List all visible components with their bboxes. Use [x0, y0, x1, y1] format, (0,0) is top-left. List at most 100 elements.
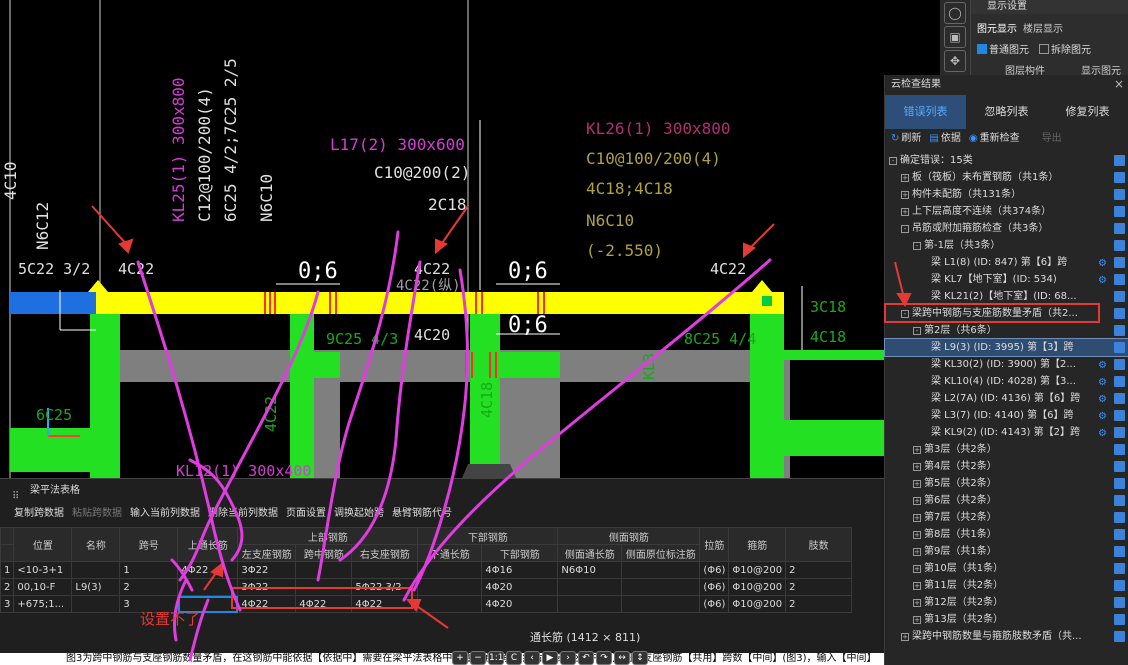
table-cell[interactable]: 3Φ22: [237, 578, 297, 596]
nav-button[interactable]: ‹: [524, 651, 540, 665]
tree-row[interactable]: + 第13层（共2条）: [885, 611, 1128, 628]
column-header[interactable]: 肢数: [785, 527, 853, 562]
table-cell[interactable]: 4Φ16: [481, 561, 559, 579]
table-cell[interactable]: [417, 561, 483, 579]
tree-row[interactable]: - 吊筋或附加箍筋检查（共3条）: [885, 220, 1128, 237]
tab-ignore-list[interactable]: 忽略列表: [966, 95, 1047, 129]
table-cell[interactable]: [417, 595, 483, 613]
locate-icon[interactable]: [1114, 614, 1125, 625]
locate-icon[interactable]: [1114, 308, 1125, 319]
expand-icon[interactable]: +: [913, 480, 921, 488]
tree-row[interactable]: - 确定错误：15类: [885, 152, 1128, 169]
nav-button[interactable]: −: [470, 651, 486, 665]
expand-icon[interactable]: +: [913, 599, 921, 607]
collapse-icon[interactable]: -: [913, 327, 921, 335]
collapse-icon[interactable]: -: [901, 225, 909, 233]
locate-icon[interactable]: [1114, 631, 1125, 642]
expand-icon[interactable]: +: [913, 446, 921, 454]
table-cell[interactable]: (Φ6): [699, 595, 730, 613]
tree-row[interactable]: + 第12层（共2条）: [885, 594, 1128, 611]
tab-fix-list[interactable]: 修复列表: [1047, 95, 1128, 129]
locate-icon[interactable]: [1114, 359, 1125, 370]
column-header[interactable]: 侧面通长筋: [557, 544, 623, 562]
table-row[interactable]: 2 00,10-F L9(3) 2 3Φ22 5Φ22 3/2 4Φ20 (Φ6) Φ10@20…: [0, 578, 853, 596]
expand-icon[interactable]: +: [913, 616, 921, 624]
tree-row[interactable]: - 第-1层（共3条）: [885, 237, 1128, 254]
expand-icon[interactable]: +: [913, 582, 921, 590]
export-button[interactable]: 导出: [1042, 129, 1062, 149]
column-header[interactable]: 跨号: [119, 527, 179, 562]
locate-icon[interactable]: [1114, 189, 1125, 200]
orbit-icon[interactable]: ◯: [944, 2, 966, 24]
tree-row[interactable]: 梁 KL10(4) (ID: 4028) 第【3... ⚙: [885, 373, 1128, 390]
nav-button[interactable]: ▶: [542, 651, 558, 665]
beam-l9[interactable]: [96, 292, 784, 314]
table-cell[interactable]: [417, 578, 483, 596]
locate-icon[interactable]: [1114, 376, 1125, 387]
tree-row[interactable]: + 梁跨中钢筋数量与箍筋肢数矛盾（共...: [885, 628, 1128, 645]
collapse-icon[interactable]: -: [901, 310, 909, 318]
tree-row[interactable]: - 第2层（共6条）: [885, 322, 1128, 339]
tree-row[interactable]: 梁 KL9(2) (ID: 4143) 第【2】跨 ⚙: [885, 424, 1128, 441]
nav-button[interactable]: C: [506, 651, 522, 665]
cad-drawing[interactable]: KL25(1) 300x800 C12@100/200(4) 6C25 4/2;…: [0, 0, 940, 478]
table-cell[interactable]: Φ10@200: [728, 578, 787, 596]
tab-element-display[interactable]: 图元显示: [977, 20, 1017, 35]
tree-row[interactable]: - 梁跨中钢筋与支座筋数量矛盾（共2...: [885, 305, 1128, 322]
tree-row[interactable]: 梁 KL21(2)【地下室】(ID: 68...: [885, 288, 1128, 305]
locate-icon[interactable]: [1114, 325, 1125, 336]
tree-row[interactable]: + 构件未配筋（共131条）: [885, 186, 1128, 203]
gear-icon[interactable]: ⚙: [1098, 425, 1107, 441]
expand-icon[interactable]: +: [901, 633, 909, 641]
table-cell[interactable]: [71, 561, 121, 579]
table-cell[interactable]: 4Φ20: [481, 595, 559, 613]
table-cell[interactable]: 2: [785, 578, 853, 596]
drag-handle-icon[interactable]: ⠿: [12, 485, 19, 509]
table-cell[interactable]: [351, 561, 419, 579]
table-cell[interactable]: 4Φ22: [177, 561, 239, 579]
tab-floor-display[interactable]: 楼层显示: [1023, 20, 1063, 35]
table-cell[interactable]: [295, 578, 353, 596]
collapse-icon[interactable]: -: [889, 157, 897, 165]
compass-icon[interactable]: ✥: [944, 50, 966, 72]
locate-icon[interactable]: [1114, 393, 1125, 404]
gear-icon[interactable]: ⚙: [1098, 357, 1107, 373]
table-cell[interactable]: Φ10@200: [728, 595, 787, 613]
locate-icon[interactable]: [1114, 427, 1125, 438]
table-cell[interactable]: 2: [119, 578, 179, 596]
expand-icon[interactable]: +: [901, 174, 909, 182]
tree-row[interactable]: + 第9层（共1条）: [885, 543, 1128, 560]
tree-row[interactable]: + 第6层（共2条）: [885, 492, 1128, 509]
tree-row[interactable]: + 第11层（共2条）: [885, 577, 1128, 594]
expand-icon[interactable]: +: [913, 531, 921, 539]
tab-error-list[interactable]: 错误列表: [885, 95, 966, 129]
table-cell[interactable]: [621, 595, 701, 613]
locate-icon[interactable]: [1114, 512, 1125, 523]
expand-icon[interactable]: +: [913, 463, 921, 471]
tree-row[interactable]: 梁 KL30(2) (ID: 3900) 第【2... ⚙: [885, 356, 1128, 373]
nav-button[interactable]: ↔: [614, 651, 630, 665]
refresh-button[interactable]: ↻ 刷新: [891, 129, 921, 149]
table-cell[interactable]: N6Φ10: [557, 561, 623, 579]
locate-icon[interactable]: [1114, 461, 1125, 472]
table-cell[interactable]: <10-3+1: [13, 561, 73, 579]
nav-button[interactable]: ↕: [632, 651, 648, 665]
table-row[interactable]: 3 +675;1... 3 4Φ22 4Φ22 4Φ22 4Φ20 (Φ6) Φ10@200 2: [0, 595, 853, 613]
column-header[interactable]: 下通长筋: [417, 544, 483, 562]
locate-icon[interactable]: [1114, 223, 1125, 234]
nav-button[interactable]: ›: [560, 651, 576, 665]
table-cell[interactable]: (Φ6): [699, 578, 730, 596]
table-cell[interactable]: 3Φ22: [237, 561, 297, 579]
table-cell[interactable]: [557, 595, 623, 613]
table-cell[interactable]: [557, 578, 623, 596]
tree-row[interactable]: + 第8层（共1条）: [885, 526, 1128, 543]
tree-row[interactable]: + 板（筏板）未布置钢筋（共1条）: [885, 169, 1128, 186]
tree-row[interactable]: + 第7层（共2条）: [885, 509, 1128, 526]
nav-button[interactable]: +: [452, 651, 468, 665]
column-header[interactable]: 箍筋: [728, 527, 787, 562]
locate-icon[interactable]: [1114, 172, 1125, 183]
column-header[interactable]: 侧面原位标注筋: [621, 544, 701, 562]
toolbar-button[interactable]: 粘贴跨数据: [72, 503, 122, 525]
locate-icon[interactable]: [1114, 274, 1125, 285]
table-cell[interactable]: [177, 578, 239, 596]
